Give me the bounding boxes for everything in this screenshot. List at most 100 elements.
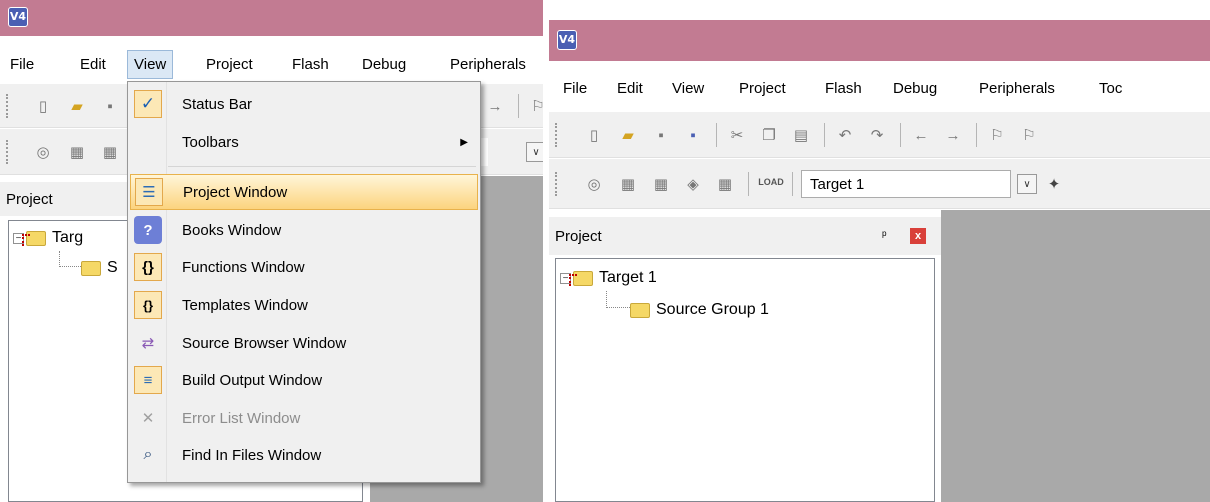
prev-bookmark-icon[interactable]: ⚐ [1018, 124, 1040, 146]
batch-build-icon[interactable]: ◈ [682, 173, 704, 195]
menu-flash[interactable]: Flash [286, 50, 335, 79]
target-folder-icon [569, 270, 593, 286]
tree-label-target: Targ [52, 229, 84, 246]
copy-icon[interactable]: ❐ [758, 124, 780, 146]
menu-item-functions-window[interactable]: {} Functions Window [130, 249, 478, 285]
menu-project[interactable]: Project [200, 50, 259, 79]
bookmark-icon[interactable]: ⚐ [527, 95, 543, 117]
functions-icon: {} [134, 253, 162, 281]
undo-icon[interactable]: ↶ [834, 124, 856, 146]
toolbar-grip[interactable] [6, 140, 9, 164]
pin-icon[interactable]: ᵖ [882, 228, 887, 242]
tree-node-target[interactable]: − Targ [13, 229, 83, 247]
menu-item-find-in-files-window[interactable]: ⌕ Find In Files Window [130, 437, 478, 473]
redo-icon[interactable]: ↷ [866, 124, 888, 146]
toolbar-grip[interactable] [555, 123, 558, 147]
project-tree: − Target 1 Source Group 1 [555, 258, 935, 502]
project-pane-title: Project [555, 227, 602, 245]
app-icon: V4 [8, 7, 28, 27]
target-select-value: Target 1 [810, 175, 865, 193]
translate-icon[interactable]: ◎ [32, 141, 54, 163]
load-icon[interactable]: LOAD [758, 171, 784, 193]
error-list-icon: ✕ [141, 410, 155, 427]
menu-item-label: Templates Window [182, 296, 308, 314]
left-screenshot: V4 File Edit View Project Flash Debug Pe… [0, 0, 543, 502]
source-browser-icon: ⇄ [141, 335, 155, 352]
save-all-icon[interactable]: ▪ [682, 124, 704, 146]
tree-label-target: Target 1 [599, 269, 657, 286]
menu-flash[interactable]: Flash [819, 73, 868, 103]
target-dropdown-button[interactable]: ∨ [1017, 174, 1037, 194]
rebuild-icon[interactable]: ▦ [650, 173, 672, 195]
project-window-icon: ☰ [135, 178, 163, 206]
build-icon[interactable]: ▦ [617, 173, 639, 195]
target-folder-icon [22, 230, 46, 246]
toolbar-separator [748, 172, 749, 196]
translate-icon[interactable]: ◎ [583, 173, 605, 195]
navigate-forward-icon[interactable]: → [484, 95, 506, 117]
check-icon: ✓ [134, 90, 162, 118]
menu-edit[interactable]: Edit [611, 73, 649, 103]
menu-item-label: Source Browser Window [182, 334, 347, 352]
menu-item-error-list-window[interactable]: ✕ Error List Window [130, 400, 478, 436]
menu-peripherals[interactable]: Peripherals [973, 73, 1061, 103]
options-for-target-icon[interactable]: ✦ [1043, 173, 1065, 195]
tree-node-group[interactable]: Source Group 1 [630, 301, 769, 319]
menu-item-toolbars[interactable]: Toolbars ▶ [130, 124, 478, 160]
tree-connector [59, 251, 81, 267]
menu-peripherals[interactable]: Peripherals [444, 50, 532, 79]
navigate-forward-icon[interactable]: → [942, 124, 964, 146]
menu-item-label: Build Output Window [182, 371, 323, 389]
stop-build-icon[interactable]: ▦ [714, 173, 736, 195]
menu-item-books-window[interactable]: ? Books Window [130, 212, 478, 248]
target-dropdown-button[interactable]: ∨ [526, 142, 543, 162]
menu-item-label: Books Window [182, 221, 282, 239]
menu-tools[interactable]: Toc [1093, 73, 1128, 103]
menu-debug[interactable]: Debug [887, 73, 943, 103]
app-icon: V4 [557, 30, 577, 50]
toolbar-separator [792, 172, 793, 196]
menu-item-templates-window[interactable]: {} Templates Window [130, 287, 478, 323]
close-icon[interactable]: x [910, 228, 926, 244]
menu-file[interactable]: File [557, 73, 593, 103]
cut-icon[interactable]: ✂ [726, 124, 748, 146]
tree-node-group[interactable]: S [81, 259, 118, 277]
build-icon[interactable]: ▦ [66, 141, 88, 163]
save-icon[interactable]: ▪ [650, 124, 672, 146]
title-bar: V4 [549, 20, 1210, 61]
menu-edit[interactable]: Edit [74, 50, 112, 79]
open-file-icon[interactable]: ▰ [617, 124, 639, 146]
menu-bar: File Edit View Project Flash Debug Perip… [549, 73, 1210, 103]
toolbar-grip[interactable] [6, 94, 9, 118]
toolbar-separator [716, 123, 717, 147]
tree-node-target[interactable]: − Target 1 [560, 269, 657, 287]
menu-item-label: Status Bar [182, 95, 253, 113]
menu-item-label: Project Window [183, 183, 288, 201]
menu-item-project-window[interactable]: ☰ Project Window [130, 174, 478, 210]
menu-file[interactable]: File [4, 50, 40, 79]
menu-item-label: Toolbars [182, 133, 239, 151]
save-icon[interactable]: ▪ [99, 95, 121, 117]
toolbar-grip[interactable] [555, 172, 558, 196]
menu-debug[interactable]: Debug [356, 50, 412, 79]
navigate-back-icon[interactable]: ← [910, 124, 932, 146]
editor-area [941, 210, 1210, 502]
menu-item-status-bar[interactable]: ✓ Status Bar [130, 86, 478, 122]
books-icon: ? [134, 216, 162, 244]
menu-item-label: Find In Files Window [182, 446, 322, 464]
toolbar-separator [518, 94, 519, 118]
menu-item-build-output-window[interactable]: ≡ Build Output Window [130, 362, 478, 398]
rebuild-icon[interactable]: ▦ [99, 141, 121, 163]
new-file-icon[interactable]: ▯ [583, 124, 605, 146]
paste-icon[interactable]: ▤ [790, 124, 812, 146]
new-file-icon[interactable]: ▯ [32, 95, 54, 117]
menu-view[interactable]: View [666, 73, 710, 103]
menu-view[interactable]: View [127, 50, 174, 79]
target-select[interactable]: Target 1 [801, 170, 1011, 198]
menu-project[interactable]: Project [733, 73, 792, 103]
menu-bar: File Edit View Project Flash Debug Perip… [0, 50, 543, 79]
templates-icon: {} [134, 291, 162, 319]
open-file-icon[interactable]: ▰ [66, 95, 88, 117]
menu-item-source-browser-window[interactable]: ⇄ Source Browser Window [130, 325, 478, 361]
bookmark-icon[interactable]: ⚐ [986, 124, 1008, 146]
